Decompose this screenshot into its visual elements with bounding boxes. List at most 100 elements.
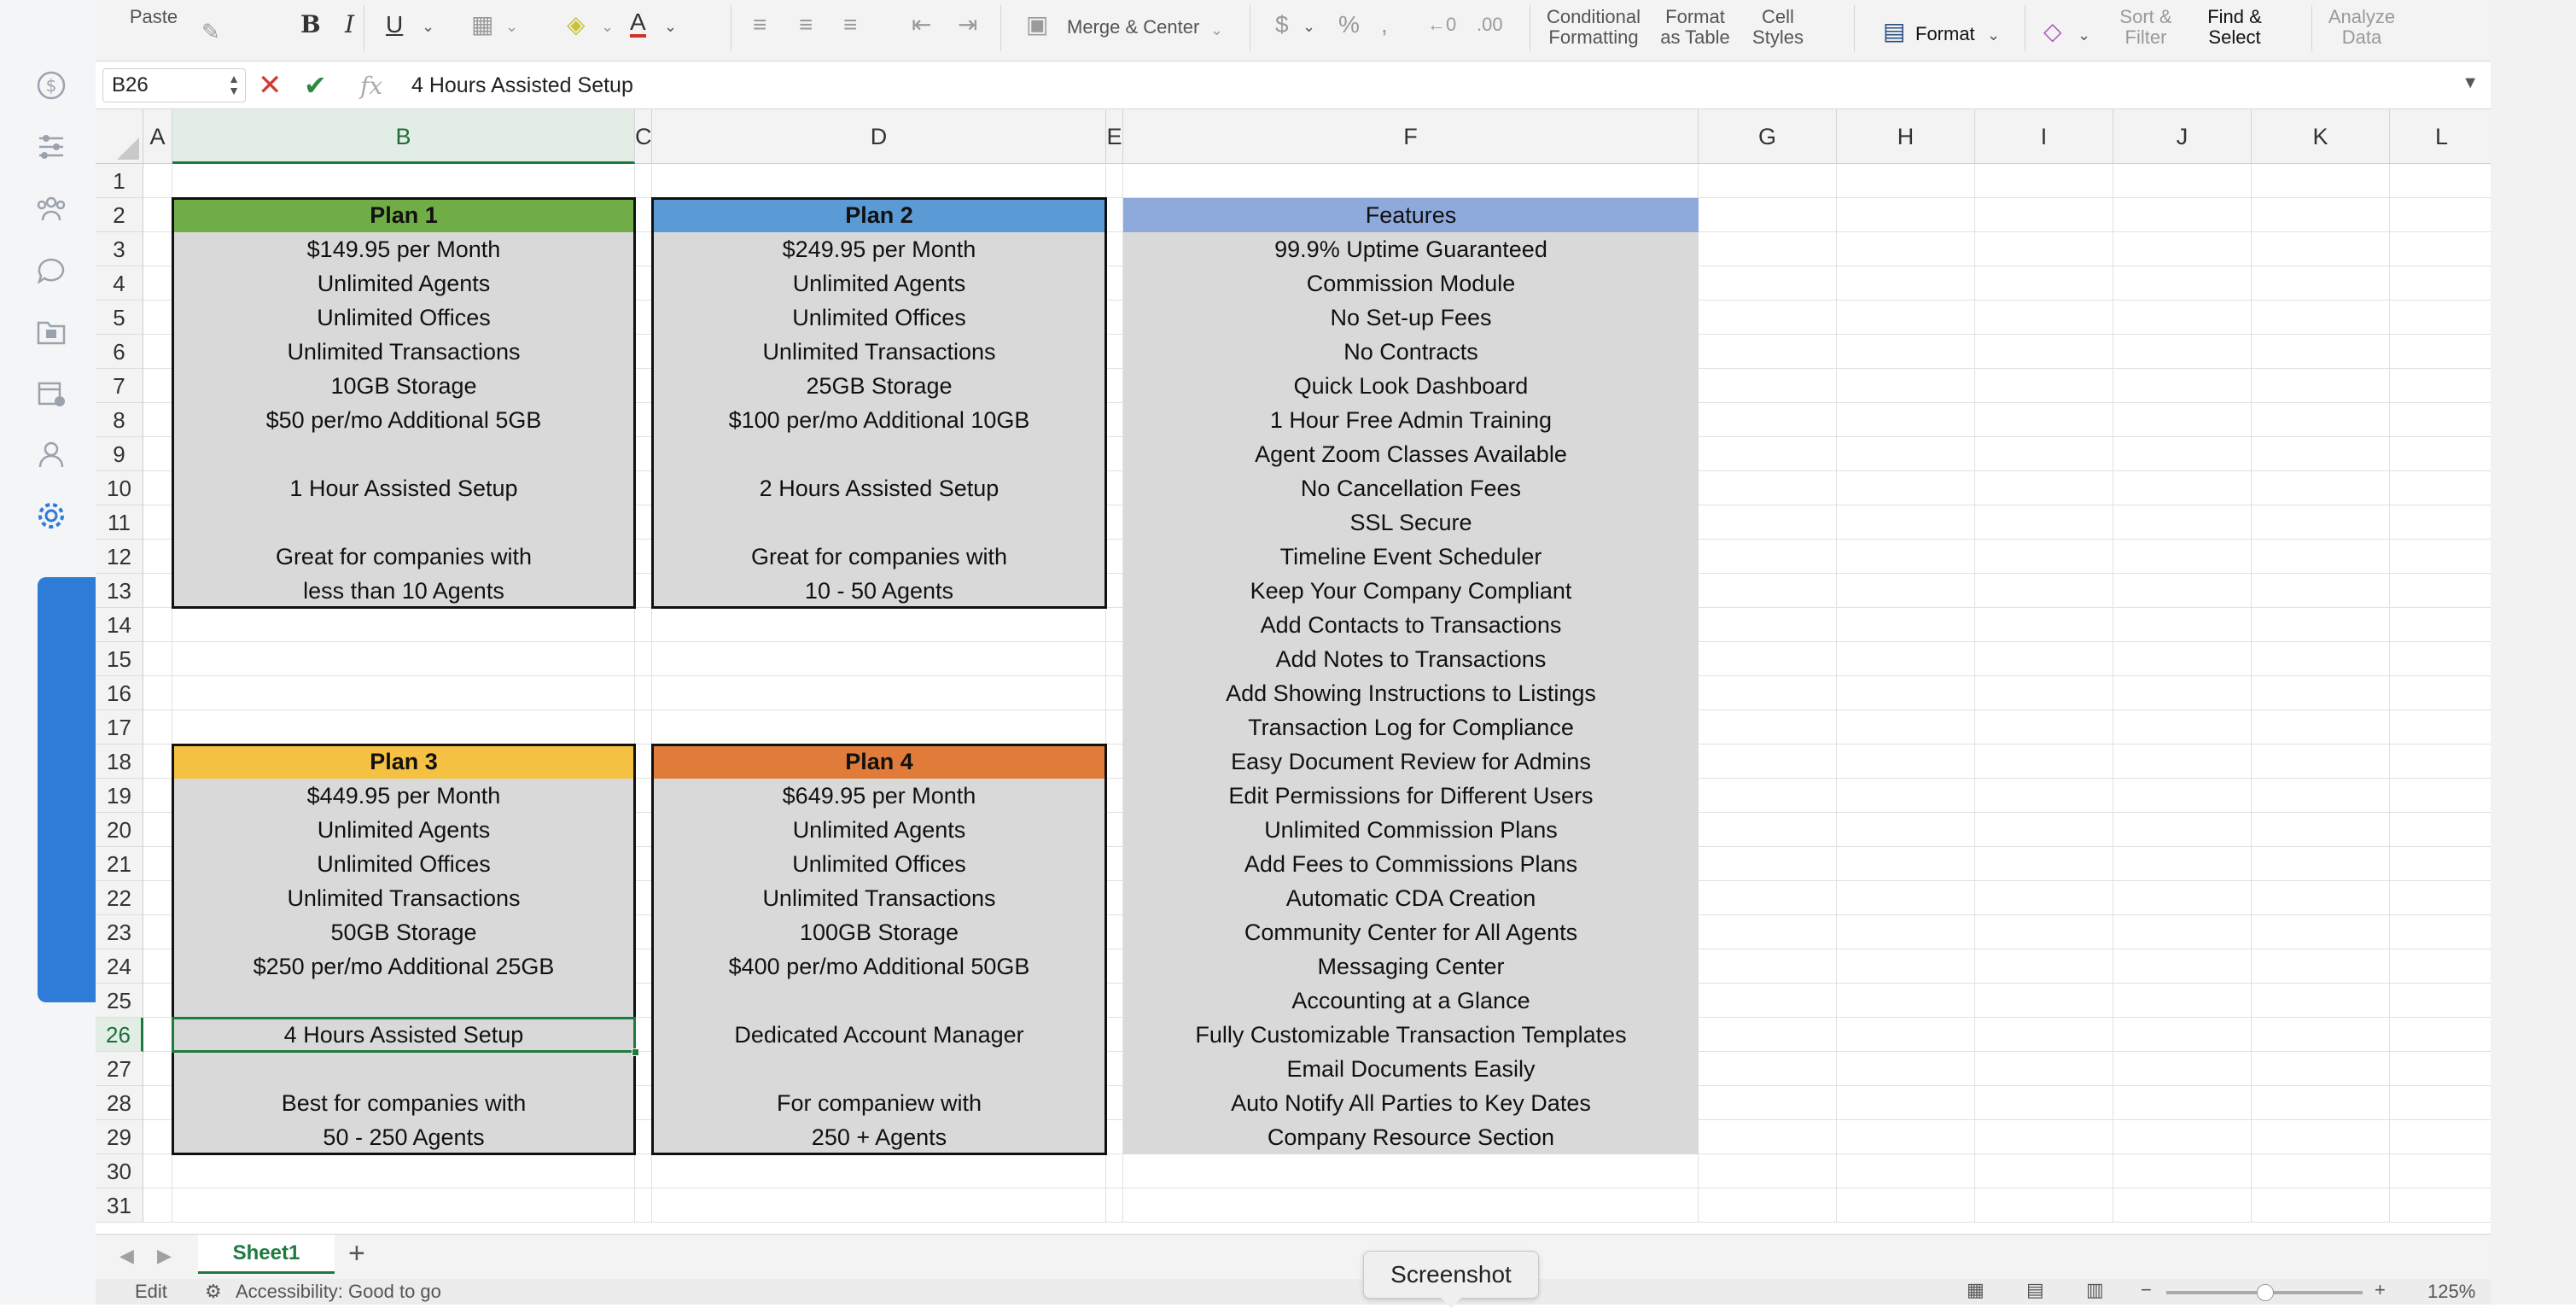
row-header[interactable]: 6 (96, 335, 143, 369)
row-header[interactable]: 29 (96, 1120, 143, 1154)
row-header[interactable]: 20 (96, 813, 143, 847)
column-header[interactable]: C (635, 109, 652, 164)
format-painter-icon[interactable]: ✎ (201, 19, 220, 44)
italic-button[interactable]: I (345, 12, 354, 38)
column-header[interactable]: K (2252, 109, 2390, 164)
row-header[interactable]: 2 (96, 198, 143, 232)
find-select-button[interactable]: Find & Select (2192, 7, 2277, 48)
zoom-in-icon[interactable]: + (2375, 1279, 2386, 1301)
accessibility-status[interactable]: Accessibility: Good to go (236, 1281, 441, 1303)
analyze-data-button[interactable]: Analyze Data (2315, 7, 2409, 48)
chevron-down-icon[interactable]: ⌄ (505, 14, 518, 39)
zoom-level[interactable]: 125% (2427, 1281, 2475, 1303)
column-header[interactable]: E (1106, 109, 1123, 164)
row-header[interactable]: 31 (96, 1188, 143, 1223)
row-header[interactable]: 16 (96, 676, 143, 710)
fill-color-icon[interactable]: ◈ (567, 12, 586, 38)
decrease-decimal-icon[interactable]: .00 (1477, 12, 1503, 38)
borders-icon[interactable]: ▦ (471, 12, 493, 38)
enter-icon[interactable]: ✔ (304, 70, 327, 101)
merge-center-button[interactable]: Merge & Center (1067, 17, 1199, 38)
row-header[interactable]: 9 (96, 437, 143, 471)
row-header[interactable]: 24 (96, 949, 143, 984)
row-header[interactable]: 19 (96, 779, 143, 813)
row-header[interactable]: 11 (96, 505, 143, 540)
next-sheet-icon[interactable]: ▶ (157, 1245, 172, 1267)
name-box-stepper-icon[interactable]: ▲ ▼ (228, 73, 240, 96)
row-header[interactable]: 15 (96, 642, 143, 676)
normal-view-icon[interactable]: ▦ (1967, 1279, 1984, 1301)
row-header[interactable]: 12 (96, 540, 143, 574)
chevron-down-icon[interactable]: ⌄ (1303, 14, 1315, 39)
add-sheet-button[interactable]: + (348, 1238, 365, 1269)
row-header[interactable]: 18 (96, 745, 143, 779)
align-left-icon[interactable]: ≡ (753, 12, 766, 38)
clear-icon[interactable]: ◇ (2043, 19, 2062, 44)
column-header[interactable]: I (1975, 109, 2113, 164)
chevron-down-icon[interactable]: ⌄ (664, 14, 677, 39)
column-header[interactable]: G (1699, 109, 1837, 164)
paste-button[interactable]: Paste (119, 7, 188, 27)
row-header[interactable]: 28 (96, 1086, 143, 1120)
row-header[interactable]: 17 (96, 710, 143, 745)
row-header[interactable]: 7 (96, 369, 143, 403)
calendar-icon[interactable] (34, 376, 68, 410)
format-as-table-button[interactable]: Format as Table (1654, 7, 1736, 48)
name-box[interactable]: B26 ▲ ▼ (102, 68, 246, 102)
expand-formula-bar-icon[interactable]: ▼ (2462, 73, 2479, 93)
select-all-button[interactable] (96, 109, 143, 164)
column-header[interactable]: L (2390, 109, 2491, 164)
accessibility-icon[interactable]: ⚙ (205, 1281, 222, 1303)
spreadsheet-grid[interactable]: Plan 1 $149.95 per Month Unlimited Agents U… (96, 109, 2491, 1234)
percent-icon[interactable]: % (1338, 12, 1360, 38)
zoom-slider[interactable] (2166, 1284, 2363, 1301)
sheet-tab[interactable]: Sheet1 (198, 1235, 335, 1274)
row-header[interactable]: 4 (96, 266, 143, 301)
cell-styles-button[interactable]: Cell Styles (1741, 7, 1815, 48)
column-header[interactable]: A (143, 109, 172, 164)
column-header[interactable]: J (2113, 109, 2252, 164)
row-header[interactable]: 22 (96, 881, 143, 915)
column-header[interactable]: D (652, 109, 1106, 164)
row-header[interactable]: 26 (96, 1018, 143, 1052)
people-icon[interactable] (34, 191, 68, 225)
prev-sheet-icon[interactable]: ◀ (119, 1245, 134, 1267)
row-header[interactable]: 5 (96, 301, 143, 335)
chevron-down-icon[interactable]: ⌄ (1210, 17, 1223, 43)
align-right-icon[interactable]: ≡ (843, 12, 857, 38)
chevron-down-icon[interactable]: ⌄ (2078, 22, 2090, 48)
row-header[interactable]: 25 (96, 984, 143, 1018)
align-center-icon[interactable]: ≡ (799, 12, 813, 38)
row-header[interactable]: 14 (96, 608, 143, 642)
row-header[interactable]: 1 (96, 164, 143, 198)
chat-icon[interactable] (34, 253, 68, 287)
column-header[interactable]: F (1123, 109, 1699, 164)
chevron-down-icon[interactable]: ⌄ (601, 14, 614, 39)
underline-button[interactable]: U (386, 12, 403, 38)
gear-icon[interactable] (34, 499, 68, 533)
row-header[interactable]: 3 (96, 232, 143, 266)
sort-filter-button[interactable]: Sort & Filter (2103, 7, 2188, 48)
font-color-icon[interactable]: A (630, 10, 646, 38)
fill-handle[interactable] (632, 1048, 639, 1056)
page-break-icon[interactable]: ▥ (2086, 1279, 2104, 1301)
bold-button[interactable]: B (300, 12, 321, 38)
conditional-formatting-button[interactable]: Conditional Formatting (1540, 7, 1647, 48)
currency-icon[interactable]: $ (1275, 12, 1289, 38)
row-header[interactable]: 13 (96, 574, 143, 608)
format-button[interactable]: Format (1915, 24, 1975, 44)
merge-icon[interactable]: ▣ (1026, 12, 1048, 38)
decrease-indent-icon[interactable]: ⇤ (912, 12, 931, 38)
folder-icon[interactable] (34, 314, 68, 348)
increase-decimal-icon[interactable]: ←0 (1427, 12, 1456, 38)
increase-indent-icon[interactable]: ⇥ (958, 12, 977, 38)
row-header[interactable]: 27 (96, 1052, 143, 1086)
page-layout-icon[interactable]: ▤ (2026, 1279, 2044, 1301)
sliders-icon[interactable] (34, 130, 68, 164)
cancel-icon[interactable]: ✕ (258, 70, 283, 101)
row-header[interactable]: 8 (96, 403, 143, 437)
function-icon[interactable]: fx (360, 72, 382, 100)
dollar-icon[interactable]: $ (34, 68, 68, 102)
row-header[interactable]: 10 (96, 471, 143, 505)
user-icon[interactable] (34, 437, 68, 471)
